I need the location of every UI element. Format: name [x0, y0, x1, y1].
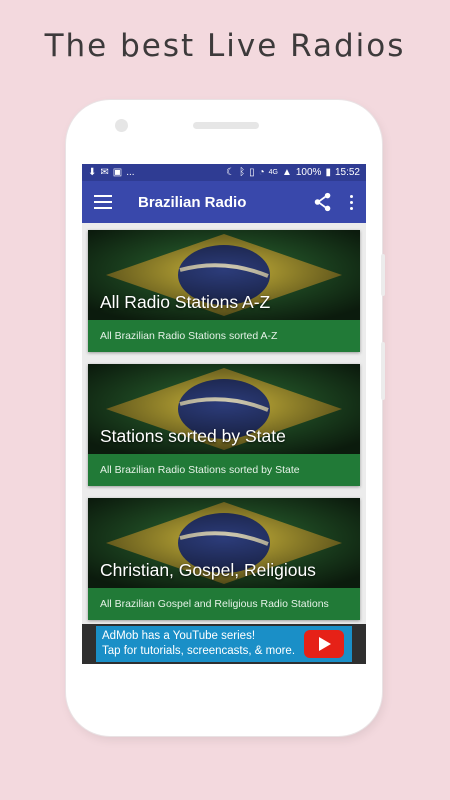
signal-icon: ▲ — [281, 166, 292, 178]
phone-side-button — [381, 254, 385, 296]
category-card-all-stations[interactable]: All Radio Stations A-Z All Brazilian Rad… — [88, 230, 360, 352]
front-camera — [115, 119, 128, 132]
share-icon[interactable] — [312, 191, 334, 213]
card-subtitle: All Brazilian Gospel and Religious Radio… — [88, 588, 360, 620]
network-type: 4G — [268, 169, 278, 176]
wifi-icon: ◔ — [258, 166, 265, 178]
clock: 15:52 — [334, 167, 360, 178]
vibrate-icon: ▯ — [249, 166, 255, 178]
image-icon: ▣ — [112, 166, 123, 178]
ad-text: AdMob has a YouTube series! Tap for tuto… — [96, 629, 304, 659]
download-icon: ⬇ — [88, 166, 97, 178]
category-card-religious[interactable]: Christian, Gospel, Religious All Brazili… — [88, 498, 360, 620]
battery-level: 100% — [295, 167, 322, 178]
card-subtitle: All Brazilian Radio Stations sorted by S… — [88, 454, 360, 486]
battery-icon: ▮ — [325, 166, 331, 178]
bluetooth-icon: ᛒ — [239, 166, 246, 178]
phone-screen: ⬇ ✉ ▣ ... ☾ ᛒ ▯ ◔ 4G ▲ 100% ▮ 15:52 Braz… — [82, 164, 366, 664]
ad-banner[interactable]: AdMob has a YouTube series! Tap for tuto… — [82, 624, 366, 664]
app-bar: Brazilian Radio — [82, 181, 366, 223]
more-notifications: ... — [126, 167, 135, 178]
ad-content[interactable]: AdMob has a YouTube series! Tap for tuto… — [96, 626, 352, 662]
phone-side-button — [381, 342, 385, 400]
card-title: All Radio Stations A-Z — [100, 292, 271, 312]
promo-title: The best Live Radios — [44, 28, 406, 64]
status-bar: ⬇ ✉ ▣ ... ☾ ᛒ ▯ ◔ 4G ▲ 100% ▮ 15:52 — [82, 164, 366, 181]
phone-speaker — [193, 122, 259, 129]
more-vert-icon[interactable] — [344, 191, 358, 213]
app-title: Brazilian Radio — [138, 193, 247, 211]
ad-line-2: Tap for tutorials, screencasts, & more. — [102, 645, 296, 657]
menu-icon[interactable] — [94, 195, 112, 209]
mail-icon: ✉ — [100, 166, 109, 178]
card-subtitle: All Brazilian Radio Stations sorted A-Z — [88, 320, 360, 352]
sync-icon: ☾ — [226, 166, 236, 178]
ad-line-1: AdMob has a YouTube series! — [102, 630, 256, 642]
card-title: Stations sorted by State — [100, 426, 286, 446]
card-title: Christian, Gospel, Religious — [100, 560, 316, 580]
youtube-icon — [304, 630, 344, 658]
category-card-by-state[interactable]: Stations sorted by State All Brazilian R… — [88, 364, 360, 486]
category-list: All Radio Stations A-Z All Brazilian Rad… — [82, 223, 366, 620]
